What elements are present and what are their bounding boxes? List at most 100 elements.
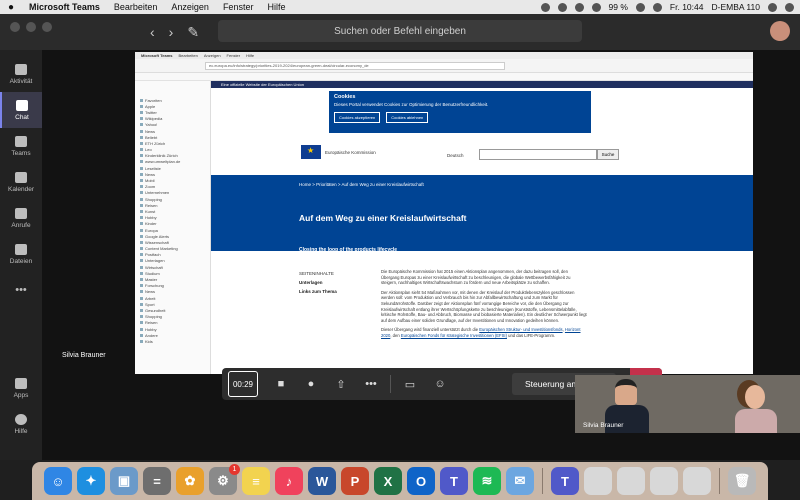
nav-buttons: ‹ › ✎ [150, 24, 199, 41]
bell-icon [15, 63, 27, 75]
page-body: Die Europäische Kommission hat 2015 eine… [381, 269, 587, 338]
finder-icon[interactable]: ☺ [44, 467, 72, 495]
shared-bookmarks-sidebar: Favoriten Apple Twitter Wikipedia Yahoo! News… [135, 81, 211, 374]
folder-icon [140, 333, 143, 337]
spotify-icon[interactable]: ≋ [473, 467, 501, 495]
bookmark-row: Kids [135, 338, 210, 344]
clock[interactable]: Fr. 10:44 [670, 2, 704, 12]
calculator-icon[interactable]: = [143, 467, 171, 495]
siri-icon[interactable] [768, 2, 777, 12]
cookie-title: Cookies [334, 94, 356, 100]
safari-icon[interactable]: ✦ [77, 467, 105, 495]
trash-icon[interactable]: 🗑 [728, 467, 756, 495]
rail-chat[interactable]: Chat [0, 92, 42, 128]
menu-app-name[interactable]: Microsoft Teams [22, 2, 107, 12]
bluetooth-icon[interactable] [574, 2, 584, 12]
rail-calls[interactable]: Anrufe [0, 200, 42, 236]
folder-icon [140, 296, 143, 300]
excel-icon[interactable]: X [374, 467, 402, 495]
eu-name: Europäische Kommission [325, 149, 376, 155]
forward-icon[interactable]: › [169, 24, 174, 41]
window4-icon[interactable] [683, 467, 711, 495]
eu-flag-icon [301, 145, 321, 159]
folder-icon [140, 179, 143, 183]
more-icon: ••• [15, 284, 27, 296]
folder-icon [140, 104, 143, 108]
cookie-accept-button: Cookies akzeptieren [334, 112, 381, 123]
presenter-name: Silvia Brauner [62, 352, 106, 359]
folder-icon [140, 129, 143, 133]
folder-icon [140, 117, 143, 121]
photos-icon[interactable]: ✿ [176, 467, 204, 495]
share-screen-icon[interactable]: ⇧ [326, 371, 356, 397]
rail-apps[interactable]: Apps [0, 370, 42, 406]
control-center-icon[interactable] [652, 2, 662, 12]
app-rail: Aktivität Chat Teams Kalender Anrufe Dat… [0, 50, 42, 460]
apple-menu-icon[interactable]: ● [0, 2, 22, 13]
teams2-icon[interactable]: T [551, 467, 579, 495]
powerpoint-icon[interactable]: P [341, 467, 369, 495]
page-hero: Home > Prioritäten > Auf dem Weg zu eine… [211, 175, 753, 253]
preview-icon[interactable]: ▣ [110, 467, 138, 495]
rail-calendar[interactable]: Kalender [0, 164, 42, 200]
folder-icon [140, 148, 143, 152]
participants-icon[interactable]: ☺ [425, 371, 455, 397]
menu-anzeigen[interactable]: Anzeigen [164, 2, 216, 12]
search-input[interactable]: Suchen oder Befehl eingeben [218, 20, 582, 42]
rail-help[interactable]: Hilfe [0, 406, 42, 442]
microphone-icon[interactable]: ● [296, 371, 326, 397]
mail-icon[interactable]: ✉ [506, 467, 534, 495]
user-name[interactable]: D-EMBA 110 [711, 2, 760, 12]
rail-teams[interactable]: Teams [0, 128, 42, 164]
cookie-decline-button: Cookies ablehnen [386, 112, 429, 123]
menu-hilfe[interactable]: Hilfe [260, 2, 292, 12]
window2-icon[interactable] [617, 467, 645, 495]
dock-divider [719, 468, 720, 494]
back-icon[interactable]: ‹ [150, 24, 155, 41]
rail-files[interactable]: Dateien [0, 236, 42, 272]
shared-screen: Microsoft Teams Bearbeiten Anzeigen Fens… [135, 52, 753, 374]
page-title: Auf dem Weg zu einer Kreislaufwirtschaft [299, 213, 467, 223]
compose-icon[interactable]: ✎ [187, 24, 199, 41]
avatar[interactable] [770, 21, 790, 41]
wifi-icon[interactable] [591, 2, 601, 12]
call-timer: 00:29 [228, 371, 258, 397]
camera-icon[interactable]: ■ [266, 371, 296, 397]
shared-url-bar: ec.europa.eu/info/strategy/priorities-20… [205, 61, 505, 70]
music-icon[interactable]: ♪ [275, 467, 303, 495]
status-icon[interactable] [540, 2, 550, 12]
time-machine-icon[interactable] [557, 2, 567, 12]
folder-icon [140, 228, 143, 232]
divider [390, 375, 391, 393]
folder-icon [140, 278, 143, 282]
help-icon [15, 413, 27, 425]
teams-icon[interactable]: T [440, 467, 468, 495]
word-icon[interactable]: W [308, 467, 336, 495]
system-prefs-icon[interactable]: ⚙ 1 [209, 464, 240, 495]
zoom-window-icon[interactable] [42, 22, 52, 32]
outlook-icon[interactable]: O [407, 467, 435, 495]
page-toc: SEITENINHALTE Unterlagen Links zum Thema [299, 271, 337, 294]
close-window-icon[interactable] [10, 22, 20, 32]
search-icon[interactable] [635, 2, 645, 12]
menu-fenster[interactable]: Fenster [216, 2, 261, 12]
participant-video[interactable]: Silvia Brauner [575, 375, 800, 433]
chat-icon[interactable]: ▭ [395, 371, 425, 397]
window3-icon[interactable] [650, 467, 678, 495]
menu-bearbeiten[interactable]: Bearbeiten [107, 2, 165, 12]
meeting-stage: Microsoft Teams Bearbeiten Anzeigen Fens… [42, 50, 800, 460]
cookie-notice: Cookies Dieses Portal verwendet Cookies … [329, 91, 591, 133]
folder-icon [140, 110, 143, 114]
folder-icon [140, 240, 143, 244]
minimize-window-icon[interactable] [26, 22, 36, 32]
window1-icon[interactable] [584, 467, 612, 495]
notes-icon[interactable]: ≡ [242, 467, 270, 495]
teams-icon [15, 135, 27, 147]
battery-level[interactable]: 99 % [609, 2, 628, 12]
rail-activity[interactable]: Aktivität [0, 56, 42, 92]
more-actions-icon[interactable]: ••• [356, 371, 386, 397]
participant-face [745, 385, 765, 409]
notification-icon[interactable] [785, 2, 794, 12]
rail-more[interactable]: ••• [0, 272, 42, 308]
folder-icon [140, 259, 143, 263]
